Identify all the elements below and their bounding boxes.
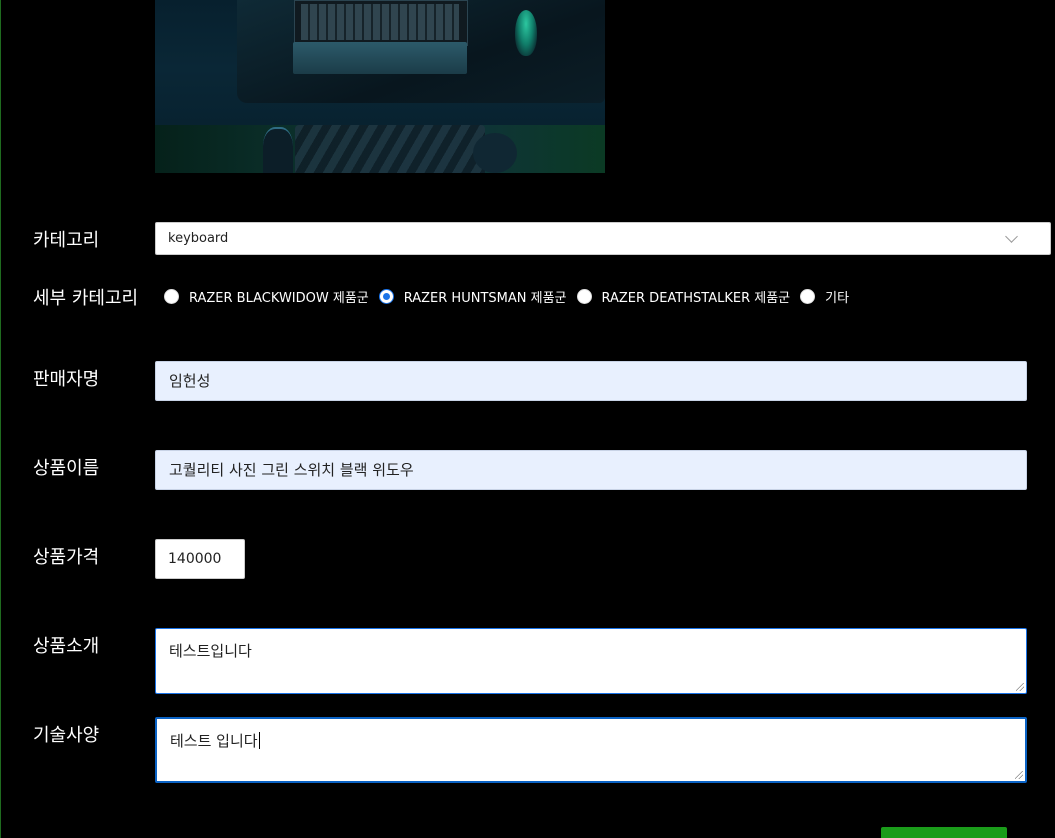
- radio-button-checked[interactable]: [378, 288, 394, 304]
- radio-label: RAZER HUNTSMAN 제품군: [403, 290, 567, 306]
- radio-label: RAZER BLACKWIDOW 제품군: [189, 290, 369, 306]
- category-label: 카테고리: [33, 230, 100, 251]
- keyboard-shape: [294, 0, 468, 46]
- spec-textarea[interactable]: 테스트 입니다: [155, 717, 1027, 783]
- subcategory-option-blackwidow[interactable]: RAZER BLACKWIDOW 제품군: [164, 287, 369, 306]
- mouse-shape: [515, 10, 537, 56]
- radio-button[interactable]: [164, 288, 179, 304]
- submit-button[interactable]: [881, 827, 1007, 838]
- radio-label: 기타: [825, 290, 850, 306]
- intro-text: 테스트입니다: [169, 642, 252, 660]
- category-select[interactable]: keyboard: [155, 222, 1051, 255]
- subcategory-option-huntsman[interactable]: RAZER HUNTSMAN 제품군: [378, 287, 567, 306]
- radio-label: RAZER DEATHSTALKER 제품군: [601, 290, 791, 306]
- subcategory-label: 세부 카테고리: [33, 288, 139, 309]
- resize-handle-icon[interactable]: [1015, 771, 1023, 779]
- wrist-rest: [293, 42, 467, 74]
- seller-input[interactable]: 임헌성: [155, 361, 1027, 401]
- chevron-down-icon: [1005, 230, 1018, 243]
- subcategory-option-deathstalker[interactable]: RAZER DEATHSTALKER 제품군: [576, 287, 791, 306]
- product-name-input[interactable]: 고퀄리티 사진 그린 스위치 블랙 위도우: [155, 450, 1027, 490]
- price-label: 상품가격: [33, 547, 100, 568]
- spec-text: 테스트 입니다: [170, 732, 258, 750]
- product-image: [155, 0, 605, 173]
- resize-handle-icon[interactable]: [1016, 683, 1024, 691]
- category-selected-value: keyboard: [168, 231, 229, 246]
- subcategory-radio-group: RAZER BLACKWIDOW 제품군 RAZER HUNTSMAN 제품군 …: [164, 286, 859, 306]
- product-register-page: 카테고리 keyboard 세부 카테고리 RAZER BLACKWIDOW 제…: [0, 0, 1055, 838]
- subcategory-option-other[interactable]: 기타: [800, 287, 849, 306]
- radio-button[interactable]: [576, 288, 592, 304]
- text-caret: [258, 732, 260, 749]
- product-name-label: 상품이름: [33, 458, 100, 479]
- seller-label: 판매자명: [33, 369, 100, 390]
- radio-button[interactable]: [800, 288, 816, 304]
- intro-label: 상품소개: [33, 636, 100, 657]
- intro-textarea[interactable]: 테스트입니다: [155, 628, 1027, 694]
- spec-label: 기술사양: [33, 725, 100, 746]
- chair-area: [155, 125, 605, 173]
- price-input[interactable]: 140000: [155, 539, 245, 579]
